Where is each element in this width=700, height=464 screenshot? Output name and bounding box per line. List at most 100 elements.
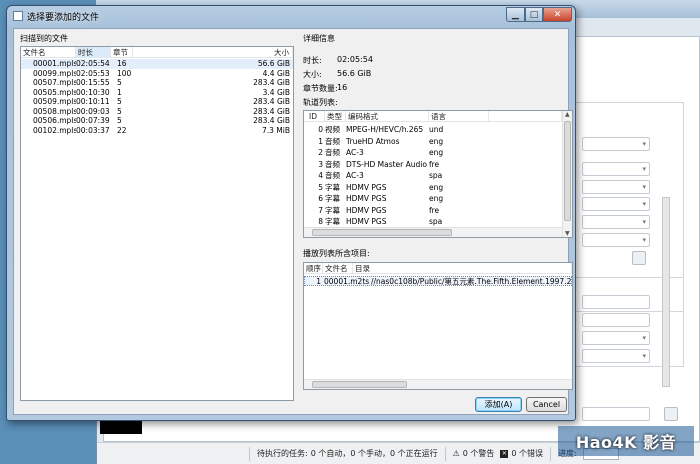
track-language: spa xyxy=(429,217,443,226)
playlist-directory: //nas0c108b/Public/第五元素.The.Fifth.Elemen… xyxy=(371,277,571,285)
background-dropdown[interactable]: ▾ xyxy=(582,197,650,211)
background-field[interactable] xyxy=(582,295,650,309)
background-field[interactable] xyxy=(582,407,650,421)
background-dropdown[interactable]: ▾ xyxy=(582,215,650,229)
background-browse-button[interactable] xyxy=(664,407,678,421)
file-size: 4.4 GiB xyxy=(262,68,290,78)
playlist-row[interactable]: 1 00001.m2ts//nas0c108b/Public/第五元素.The.F… xyxy=(304,276,572,286)
scroll-thumb[interactable] xyxy=(312,229,452,236)
file-name: 00102.mpls xyxy=(33,125,76,135)
track-id: 2 xyxy=(318,148,323,157)
track-row[interactable]: 5 字幕 HDMV PGS eng xyxy=(304,182,562,194)
warnings-status[interactable]: ⚠ 0 个警告 xyxy=(450,448,498,459)
track-codec: HDMV PGS xyxy=(346,217,387,226)
track-id: 6 xyxy=(318,194,323,203)
file-name: 00505.mpls xyxy=(33,87,76,97)
track-list-label: 轨道列表: xyxy=(303,98,338,107)
file-chapters: 16 xyxy=(117,59,127,68)
file-duration: 02:05:53 xyxy=(76,68,110,78)
column-header-directory[interactable]: 目录 xyxy=(353,263,572,274)
minimize-button[interactable]: ▁ xyxy=(506,7,525,22)
file-row[interactable]: 00507.mpls 00:15:55 5 283.4 GiB xyxy=(21,78,293,88)
track-row[interactable]: 6 字幕 HDMV PGS eng xyxy=(304,193,562,205)
track-row[interactable]: 3 音频 DTS-HD Master Audio fre xyxy=(304,159,562,171)
scroll-thumb[interactable] xyxy=(564,121,571,221)
maximize-button[interactable]: □ xyxy=(525,7,543,22)
column-header-file[interactable]: 文件名 xyxy=(323,263,353,274)
file-row[interactable]: 00508.mpls 00:09:03 5 283.4 GiB xyxy=(21,107,293,117)
playlist-items-list[interactable]: 顺序 文件名 目录 1 00001.m2ts//nas0c108b/Public/… xyxy=(303,262,573,390)
track-row[interactable]: 1 音频 TrueHD Atmos eng xyxy=(304,136,562,148)
file-size: 283.4 GiB xyxy=(253,97,290,106)
track-row[interactable]: 2 音频 AC-3 eng xyxy=(304,147,562,159)
track-language: spa xyxy=(429,171,443,180)
cancel-button[interactable]: Cancel xyxy=(526,397,567,412)
track-type: 视频 xyxy=(325,125,340,134)
column-header-duration[interactable]: 时长 xyxy=(76,47,111,58)
file-row[interactable]: 00102.mpls 00:03:37 22 7.3 MiB xyxy=(21,126,293,136)
add-button[interactable]: 添加(A) xyxy=(475,397,522,412)
file-row[interactable]: 00001.mpls 02:05:54 16 56.6 GiB xyxy=(21,59,293,69)
size-label: 大小: xyxy=(303,70,322,79)
file-chapters: 100 xyxy=(117,68,132,78)
track-type: 字幕 xyxy=(325,205,340,215)
background-dropdown[interactable]: ▾ xyxy=(582,137,650,151)
background-field[interactable] xyxy=(582,313,650,327)
track-language: eng xyxy=(429,136,444,146)
file-list[interactable]: 文件名 时长 章节 大小 00001.mpls 02:05:54 16 56.6 Gi… xyxy=(20,46,294,401)
file-row[interactable]: 00506.mpls 00:07:39 5 283.4 GiB xyxy=(21,116,293,126)
playlist-header: 顺序 文件名 目录 xyxy=(304,263,572,274)
track-row[interactable]: 8 字幕 HDMV PGS spa xyxy=(304,216,562,228)
track-id: 1 xyxy=(318,136,323,146)
background-dropdown[interactable]: ▾ xyxy=(582,162,650,176)
track-type: 音频 xyxy=(325,171,340,180)
track-language: eng xyxy=(429,182,444,192)
column-header-order[interactable]: 顺序 xyxy=(304,263,323,274)
dialog-titlebar[interactable]: 选择要添加的文件 xyxy=(7,6,575,26)
track-list-hscroll[interactable] xyxy=(304,227,562,237)
file-row[interactable]: 00099.mpls 02:05:53 100 4.4 GiB xyxy=(21,69,293,79)
track-language: eng xyxy=(429,194,444,203)
track-row[interactable]: 4 音频 AC-3 spa xyxy=(304,170,562,182)
file-chapters: 5 xyxy=(117,106,122,116)
file-duration: 00:15:55 xyxy=(76,78,110,87)
file-row[interactable]: 00509.mpls 00:10:11 5 283.4 GiB xyxy=(21,97,293,107)
track-codec: MPEG-H/HEVC/h.265 xyxy=(346,125,424,134)
errors-status[interactable]: ✕ 0 个错误 xyxy=(497,448,546,459)
track-codec: TrueHD Atmos xyxy=(346,136,400,146)
file-list-header: 文件名 时长 章节 大小 xyxy=(21,47,293,58)
file-name: 00507.mpls xyxy=(33,78,76,87)
file-duration: 02:05:54 xyxy=(76,59,110,68)
background-browse-button[interactable] xyxy=(632,251,646,265)
column-header-type[interactable]: 类型 xyxy=(325,111,346,122)
column-header-id[interactable]: ID xyxy=(304,111,325,122)
column-header-chapters[interactable]: 章节 xyxy=(111,47,133,58)
scroll-thumb[interactable] xyxy=(312,381,407,388)
file-duration: 00:09:03 xyxy=(76,106,110,116)
track-list[interactable]: ID 类型 编码格式 语言 0 视频 MPEG-H/HEVC/h.265 und 1 音频… xyxy=(303,110,573,238)
track-type: 字幕 xyxy=(325,217,340,226)
file-row[interactable]: 00505.mpls 00:10:30 1 3.4 GiB xyxy=(21,88,293,98)
background-scrollbar[interactable] xyxy=(662,197,670,387)
file-chapters: 5 xyxy=(117,78,122,87)
background-dropdown[interactable]: ▾ xyxy=(582,331,650,345)
background-dropdown[interactable]: ▾ xyxy=(582,233,650,247)
background-dropdown[interactable]: ▾ xyxy=(582,349,650,363)
playlist-rows: 1 00001.m2ts//nas0c108b/Public/第五元素.The.F… xyxy=(304,276,572,286)
column-header-size[interactable]: 大小 xyxy=(133,47,293,58)
dialog-title: 选择要添加的文件 xyxy=(27,12,100,23)
column-header-codec[interactable]: 编码格式 xyxy=(346,111,429,122)
track-type: 字幕 xyxy=(325,182,340,192)
background-dropdown[interactable]: ▾ xyxy=(582,180,650,194)
track-language: fre xyxy=(429,159,440,169)
track-language: und xyxy=(429,125,444,134)
file-size: 283.4 GiB xyxy=(253,106,290,116)
pane-splitter[interactable] xyxy=(294,49,297,399)
column-header-name[interactable]: 文件名 xyxy=(21,47,76,58)
playlist-hscroll[interactable] xyxy=(304,379,572,389)
track-row[interactable]: 7 字幕 HDMV PGS fre xyxy=(304,205,562,217)
close-button[interactable]: ✕ xyxy=(543,7,572,22)
column-header-language[interactable]: 语言 xyxy=(429,111,489,122)
track-list-vscroll[interactable]: ▲ ▼ xyxy=(562,111,572,237)
track-row[interactable]: 0 视频 MPEG-H/HEVC/h.265 und xyxy=(304,124,562,136)
